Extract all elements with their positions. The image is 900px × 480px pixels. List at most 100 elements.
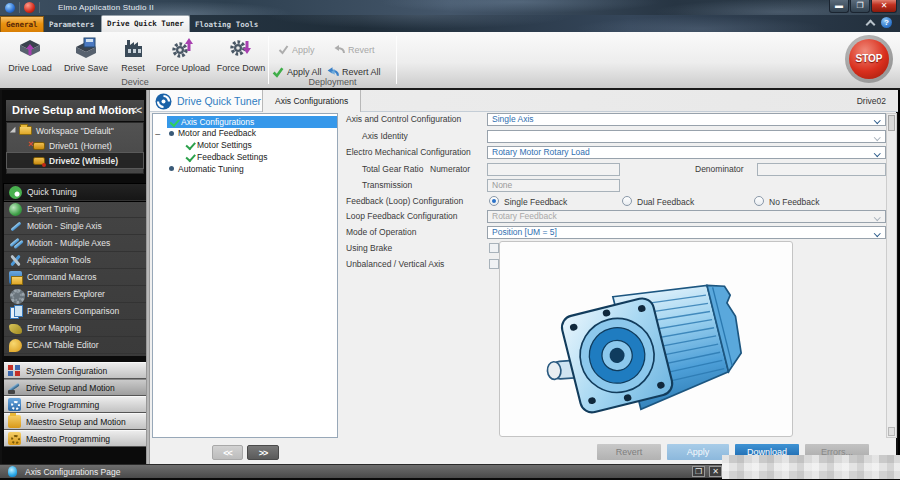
- divider: [39, 2, 40, 13]
- sidebar-item-parameters-comparison[interactable]: Parameters Comparison: [4, 303, 146, 320]
- tab-axis-configurations[interactable]: Axis Configurations: [262, 90, 361, 112]
- unbalanced-vertical-axis-checkbox[interactable]: [489, 259, 499, 269]
- no-feedback-radio[interactable]: [754, 196, 764, 206]
- mode-of-operation-select[interactable]: Position [UM = 5]: [487, 226, 886, 239]
- close-button[interactable]: ✕: [871, 0, 897, 13]
- status-expand-icon[interactable]: ✕: [709, 466, 722, 477]
- expert-tuning-icon: [9, 203, 22, 216]
- selected-value: Rotary Feedback: [492, 211, 557, 221]
- motor-illustration: [500, 242, 792, 436]
- nav-forward-button[interactable]: >>: [247, 445, 279, 460]
- force-down-button[interactable]: Force Down: [214, 36, 268, 73]
- axis-control-config-select[interactable]: Single Axis: [487, 113, 886, 126]
- status-text: Axis Configurations Page: [25, 467, 120, 477]
- tab-drive-quick-tuner[interactable]: Drive Quick Tuner: [101, 15, 190, 32]
- workspace-folder-icon: [19, 126, 32, 135]
- apply-form-button[interactable]: Apply: [667, 444, 729, 460]
- tree-item-axis-configurations[interactable]: Axis Configurations: [167, 116, 337, 128]
- revert-form-button[interactable]: Revert: [597, 444, 661, 460]
- tree-item-automatic-tuning[interactable]: Automatic Tuning: [167, 163, 337, 175]
- sidebar: Drive Setup and Motion << Workspace "Def…: [0, 90, 146, 464]
- ribbon-tab-row: General Parameters Drive Quick Tuner Flo…: [0, 15, 900, 32]
- unbalanced-vertical-axis-label: Unbalanced / Vertical Axis: [346, 259, 444, 269]
- sidebar-item-application-tools[interactable]: Application Tools: [4, 252, 146, 269]
- sidebar-item-quick-tuning[interactable]: Quick Tuning: [4, 184, 146, 201]
- deployment-group-label: Deployment: [270, 77, 395, 87]
- scrollbar-down[interactable]: [888, 427, 895, 436]
- transmission-input[interactable]: None: [487, 179, 620, 192]
- drive-save-icon: [73, 36, 99, 62]
- axis-identity-select[interactable]: [487, 130, 886, 143]
- minimize-button[interactable]: ▬: [829, 0, 849, 13]
- loop-feedback-config-select[interactable]: Rotary Feedback: [487, 210, 886, 223]
- stop-button[interactable]: STOP: [845, 35, 893, 83]
- collapse-ribbon-icon[interactable]: [866, 20, 875, 26]
- force-upload-button[interactable]: Force Upload: [152, 36, 214, 73]
- titlebar-stop-icon[interactable]: [24, 2, 35, 13]
- sidebar-item-drive-setup-and-motion[interactable]: Drive Setup and Motion: [4, 379, 146, 396]
- workspace-tree: Workspace "Default" Drive01 (Hornet) Dri…: [6, 122, 144, 174]
- titlebar: Elmo Application Studio II ▬ ❐ ✕: [0, 0, 900, 15]
- dual-feedback-radio[interactable]: [622, 196, 632, 206]
- sidebar-item-expert-tuning[interactable]: Expert Tuning: [4, 201, 146, 218]
- tree-item-motor-and-feedback[interactable]: − Motor and Feedback: [167, 128, 337, 140]
- tree-label: Motor Settings: [197, 140, 252, 150]
- drive02-label: Drive02 (Whistle): [49, 156, 118, 166]
- tab-general[interactable]: General: [0, 16, 44, 32]
- sidebar-item-maestro-setup-and-motion[interactable]: Maestro Setup and Motion: [4, 413, 146, 430]
- tree-item-motor-settings[interactable]: Motor Settings: [183, 139, 337, 151]
- sidebar-item-label: Drive Programming: [26, 400, 99, 410]
- apply-button[interactable]: Apply: [278, 44, 315, 55]
- group-separator: [268, 36, 269, 84]
- numerator-input[interactable]: [487, 163, 620, 176]
- help-icon[interactable]: ?: [881, 17, 892, 28]
- sidebar-item-command-macros[interactable]: Command Macros: [4, 269, 146, 286]
- tree-item-feedback-settings[interactable]: Feedback Settings: [183, 151, 337, 163]
- electro-mechanical-config-select[interactable]: Rotary Motor Rotary Load: [487, 146, 886, 159]
- tree-label: Axis Configurations: [181, 117, 254, 127]
- using-brake-checkbox[interactable]: [489, 243, 499, 253]
- motion-single-axis-icon: [9, 220, 22, 233]
- sidebar-header-label: Drive Setup and Motion: [12, 104, 135, 116]
- axis-identity-label: Axis Identity: [362, 131, 408, 141]
- sidebar-collapse-button[interactable]: <<: [131, 100, 141, 121]
- apply-label: Apply: [292, 45, 315, 55]
- revert-button[interactable]: Revert: [333, 44, 375, 55]
- apply-all-label: Apply All: [287, 67, 322, 77]
- sidebar-header: Drive Setup and Motion <<: [6, 100, 144, 121]
- denominator-input[interactable]: [757, 163, 886, 176]
- sidebar-item-parameters-explorer[interactable]: Parameters Explorer: [4, 286, 146, 303]
- sidebar-item-maestro-programming[interactable]: Maestro Programming: [4, 430, 146, 447]
- drive-load-button[interactable]: Drive Load: [4, 36, 56, 73]
- tree-item-drive01[interactable]: Drive01 (Hornet): [7, 138, 143, 153]
- tab-parameters[interactable]: Parameters: [44, 17, 99, 32]
- tree-item-workspace[interactable]: Workspace "Default": [7, 123, 143, 138]
- tree-item-drive02[interactable]: Drive02 (Whistle): [7, 153, 143, 168]
- selected-value: Single Axis: [492, 114, 534, 124]
- drive-save-button[interactable]: Drive Save: [60, 36, 112, 73]
- denominator-label: Denominator: [695, 164, 744, 174]
- sidebar-item-ecam-table-editor[interactable]: ECAM Table Editor: [4, 337, 146, 354]
- check-icon: [185, 153, 195, 161]
- status-window-icon[interactable]: ❒: [692, 466, 705, 477]
- expander-icon[interactable]: [10, 126, 18, 134]
- nav-back-button[interactable]: <<: [212, 445, 243, 460]
- sidebar-item-drive-programming[interactable]: Drive Programming: [4, 396, 146, 413]
- window-controls: ▬ ❐ ✕: [828, 0, 897, 13]
- scrollbar-thumb[interactable]: [888, 115, 895, 131]
- drive-setup-icon: [8, 381, 21, 394]
- reset-button[interactable]: Reset: [114, 36, 152, 73]
- tab-floating-tools[interactable]: Floating Tools: [190, 17, 263, 32]
- vertical-scrollbar[interactable]: [886, 113, 897, 438]
- app-icon[interactable]: [5, 3, 15, 13]
- sidebar-item-error-mapping[interactable]: Error Mapping: [4, 320, 146, 337]
- system-configuration-icon: [8, 364, 21, 377]
- restore-button[interactable]: ❐: [850, 0, 870, 13]
- single-feedback-radio[interactable]: [489, 196, 499, 206]
- sidebar-item-motion-single-axis[interactable]: Motion - Single Axis: [4, 218, 146, 235]
- sidebar-item-motion-multiple-axes[interactable]: Motion - Multiple Axes: [4, 235, 146, 252]
- axis-control-config-label: Axis and Control Configuration: [346, 114, 461, 124]
- chevron-down-icon: [875, 215, 881, 221]
- sidebar-item-system-configuration[interactable]: System Configuration: [4, 362, 146, 379]
- collapse-expander[interactable]: −: [155, 129, 161, 140]
